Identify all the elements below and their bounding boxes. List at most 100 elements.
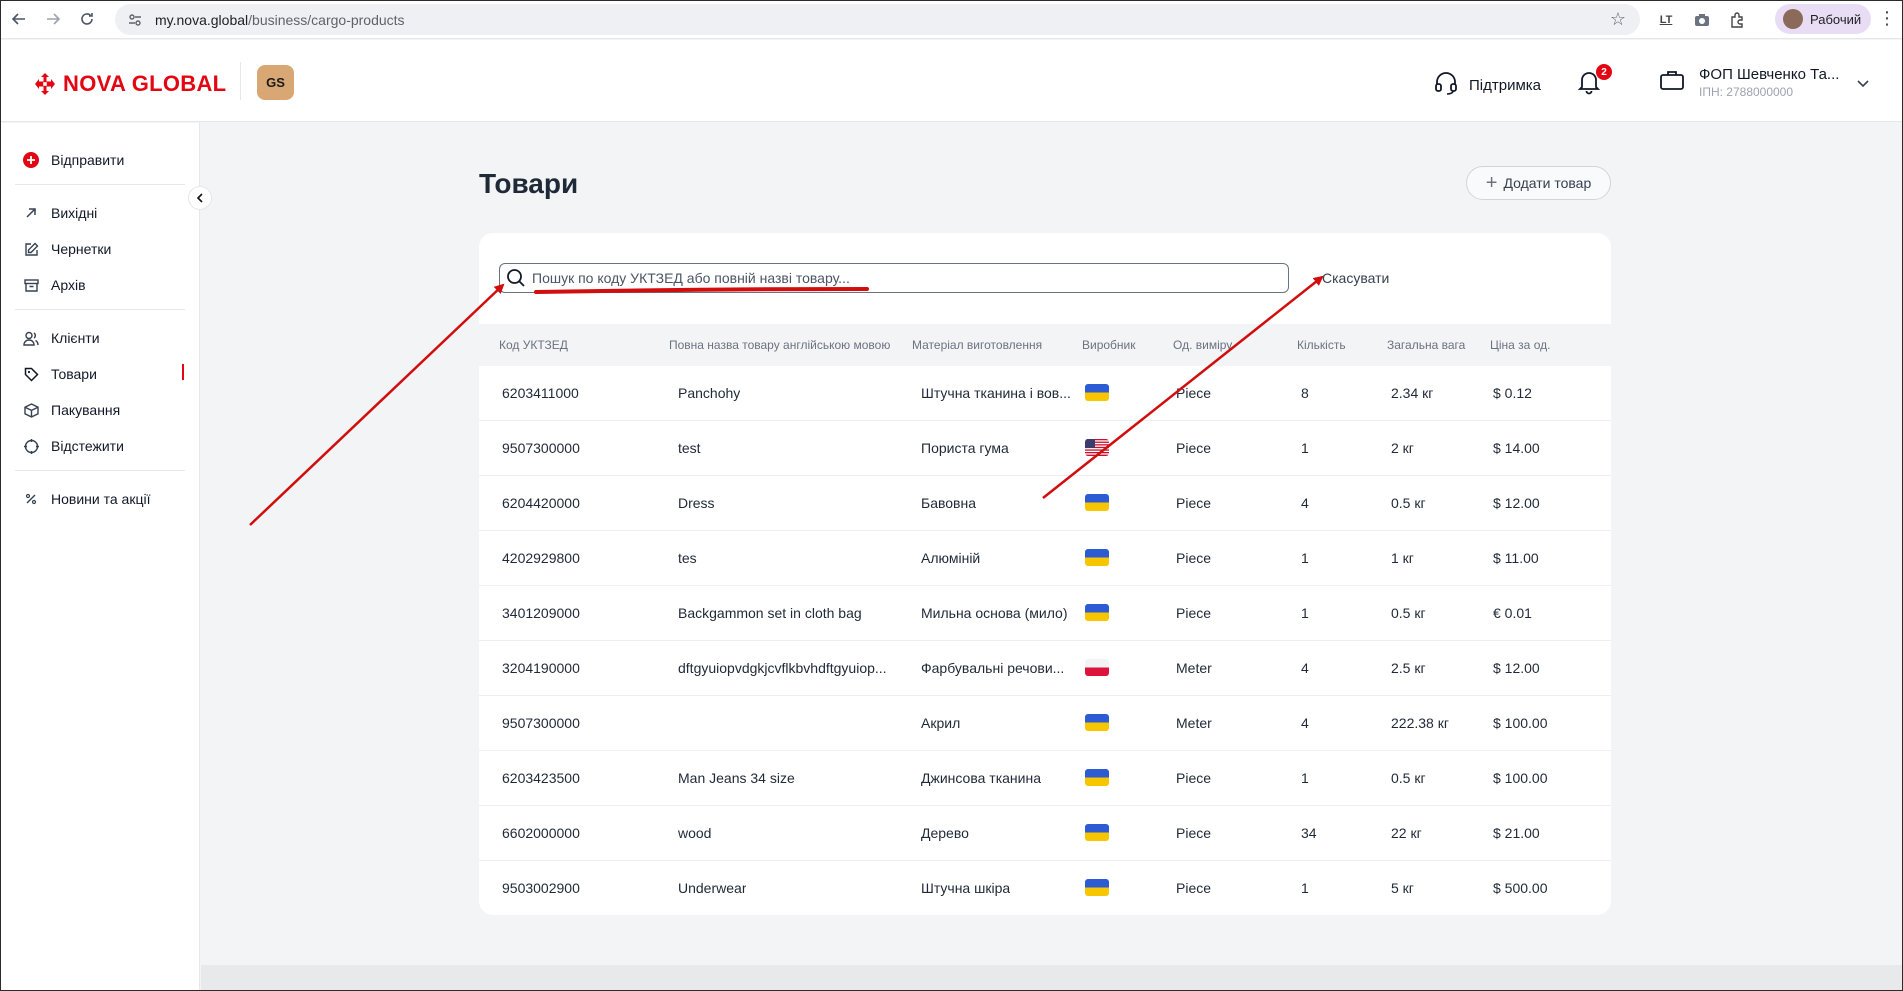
th-unit[interactable]: Од. виміру <box>1173 338 1232 352</box>
cell-price: $ 12.00 <box>1493 495 1540 511</box>
nova-global-logo[interactable]: NOVA GLOBAL <box>33 71 226 97</box>
support-link[interactable]: Підтримка <box>1433 70 1541 100</box>
sidebar-item-clients[interactable]: Клієнти <box>23 328 100 348</box>
cell-material: Бавовна <box>921 495 976 511</box>
account-switcher[interactable]: ФОП Шевченко Та... ІПН: 2788000000 <box>1659 66 1869 99</box>
profile-chip[interactable]: Рабочий <box>1775 4 1871 34</box>
cell-weight: 2 кг <box>1391 440 1414 456</box>
cell-qty: 4 <box>1301 660 1309 676</box>
cell-name: Panchohy <box>678 385 741 401</box>
flag-ua-icon <box>1085 879 1109 896</box>
th-price[interactable]: Ціна за од. <box>1490 338 1550 352</box>
sidebar-item-track[interactable]: Відстежити <box>23 436 124 456</box>
table-header: Код УКТЗЕД Повна назва товару англійсько… <box>479 324 1611 366</box>
sidebar-item-products[interactable]: Товари <box>23 364 97 384</box>
cell-unit: Piece <box>1176 550 1212 566</box>
cell-name: Man Jeans 34 size <box>678 770 795 786</box>
cell-code: 6602000000 <box>502 825 580 841</box>
products-card: Скасувати Код УКТЗЕД Повна назва товару … <box>479 233 1611 915</box>
cell-weight: 0.5 кг <box>1391 605 1426 621</box>
sidebar-item-label: Архів <box>51 277 86 293</box>
sidebar-divider <box>15 309 185 310</box>
table-row[interactable]: 3204190000 dftgyuiopvdgkjcvflkbvhdftgyuio… <box>479 641 1611 696</box>
add-product-button[interactable]: + Додати товар <box>1466 166 1611 200</box>
cell-material: Штучна тканина і вов... <box>921 385 1071 401</box>
sidebar-divider <box>15 184 185 185</box>
table-row[interactable]: 9503002900 Underwear Штучна шкіра Piece 1 5 к… <box>479 861 1611 915</box>
page-title: Товари <box>479 168 579 199</box>
cell-unit: Piece <box>1176 770 1212 786</box>
cell-price: $ 100.00 <box>1493 770 1548 786</box>
back-button[interactable] <box>4 4 34 34</box>
cancel-search-button[interactable]: Скасувати <box>1322 270 1389 286</box>
cell-weight: 222.38 кг <box>1391 715 1449 731</box>
cell-unit: Piece <box>1176 385 1212 401</box>
plus-icon: + <box>1485 172 1498 194</box>
arrow-left-icon <box>11 13 25 25</box>
search-input[interactable] <box>532 270 1272 286</box>
app-header: NOVA GLOBAL GS Підтримка 2 ФОП Шевченко … <box>0 40 1903 122</box>
table-row[interactable]: 4202929800 tes Алюміній Piece 1 1 кг $ 11.00 <box>479 531 1611 586</box>
cell-qty: 8 <box>1301 385 1309 401</box>
avatar <box>1783 9 1803 29</box>
table-row[interactable]: 3401209000 Backgammon set in cloth bag Мил… <box>479 586 1611 641</box>
cell-material: Акрил <box>921 715 961 731</box>
cell-material: Штучна шкіра <box>921 880 1011 896</box>
browser-menu-icon[interactable]: ⋮ <box>1878 8 1896 29</box>
flag-pl-icon <box>1085 659 1109 676</box>
camera-icon[interactable] <box>1689 7 1715 33</box>
flag-ua-icon <box>1085 384 1109 401</box>
flag-ua-icon <box>1085 714 1109 731</box>
collapse-sidebar-button[interactable] <box>188 186 212 210</box>
flag-ua-icon <box>1085 824 1109 841</box>
flag-us-icon <box>1085 439 1109 456</box>
th-material[interactable]: Матеріал виготовлення <box>912 338 1042 352</box>
cell-code: 3401209000 <box>502 605 580 621</box>
cell-code: 9507300000 <box>502 440 580 456</box>
cell-code: 6203423500 <box>502 770 580 786</box>
th-qty[interactable]: Кількість <box>1297 338 1346 352</box>
cell-code: 4202929800 <box>502 550 580 566</box>
sidebar-item-label: Новини та акції <box>51 491 151 507</box>
cell-weight: 1 кг <box>1391 550 1414 566</box>
browser-toolbar: my.nova.global/business/cargo-products ☆… <box>0 0 1903 39</box>
sidebar-item-archive[interactable]: Архів <box>23 275 86 295</box>
site-settings-icon[interactable] <box>127 11 145 29</box>
th-code[interactable]: Код УКТЗЕД <box>499 338 568 352</box>
reload-button[interactable] <box>72 4 102 34</box>
sidebar-item-send[interactable]: Відправити <box>23 150 124 170</box>
th-name[interactable]: Повна назва товару англійською мовою <box>669 338 890 352</box>
table-row[interactable]: 6203411000 Panchohy Штучна тканина і вов..… <box>479 366 1611 421</box>
flag-ua-icon <box>1085 494 1109 511</box>
th-weight[interactable]: Загальна вага <box>1387 338 1465 352</box>
cell-price: $ 0.12 <box>1493 385 1532 401</box>
account-inn: ІПН: 2788000000 <box>1699 85 1794 99</box>
address-bar[interactable]: my.nova.global/business/cargo-products ☆ <box>115 4 1640 35</box>
bookmark-star-icon[interactable]: ☆ <box>1610 9 1626 30</box>
sidebar-item-packaging[interactable]: Пакування <box>23 400 120 420</box>
table-row[interactable]: 6602000000 wood Дерево Piece 34 22 кг $ 21.00 <box>479 806 1611 861</box>
sidebar-item-outgoing[interactable]: Вихідні <box>23 203 97 223</box>
extension-lt-icon[interactable]: LT <box>1653 7 1679 33</box>
sidebar-divider <box>15 470 185 471</box>
sidebar-item-label: Вихідні <box>51 205 98 221</box>
table-row[interactable]: 9507300000 test Пориста гума Piece 1 2 кг $ 14… <box>479 421 1611 476</box>
chevron-left-icon <box>196 193 203 203</box>
gs-badge[interactable]: GS <box>257 65 294 100</box>
cell-unit: Piece <box>1176 605 1212 621</box>
cell-qty: 34 <box>1301 825 1317 841</box>
sidebar-item-drafts[interactable]: Чернетки <box>23 239 111 259</box>
cell-qty: 1 <box>1301 605 1309 621</box>
table-row[interactable]: 9507300000 Акрил Meter 4 222.38 кг $ 100.00 <box>479 696 1611 751</box>
table-row[interactable]: 6204420000 Dress Бавовна Piece 4 0.5 кг $ 12.0… <box>479 476 1611 531</box>
package-icon <box>23 402 39 418</box>
page-bottom-strip <box>201 965 1902 990</box>
forward-button[interactable] <box>38 4 68 34</box>
sidebar-item-news[interactable]: Новини та акції <box>23 489 150 509</box>
cell-code: 9507300000 <box>502 715 580 731</box>
plus-circle-icon <box>23 152 39 168</box>
extensions-puzzle-icon[interactable] <box>1724 7 1750 33</box>
table-row[interactable]: 6203423500 Man Jeans 34 size Джинсова ткан… <box>479 751 1611 806</box>
search-box[interactable] <box>499 263 1289 293</box>
th-maker[interactable]: Виробник <box>1082 338 1136 352</box>
